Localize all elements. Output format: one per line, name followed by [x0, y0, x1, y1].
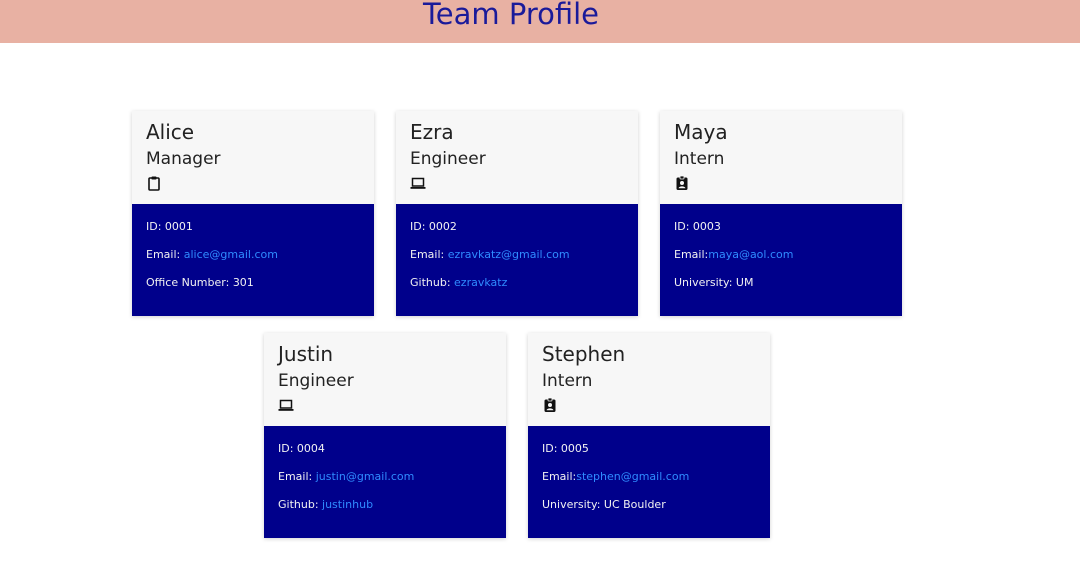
employee-card-justin: Justin Engineer ID: 0004 Email: justin@g… [264, 333, 506, 538]
email-label: Email: [410, 248, 445, 261]
university-line: University: UM [674, 276, 753, 290]
page-header: Team Profile [0, 0, 1080, 43]
university-label: University: [542, 498, 601, 511]
card-header: Ezra Engineer [396, 111, 638, 204]
employee-name: Ezra [410, 120, 454, 144]
employee-role: Intern [542, 371, 593, 391]
employee-id: 0004 [296, 442, 325, 455]
email-label: Email: [542, 470, 577, 483]
employee-id: 0002 [428, 220, 457, 233]
employee-role: Engineer [278, 371, 354, 391]
card-header: Maya Intern [660, 111, 902, 204]
card-details: ID: 0003 Email:maya@aol.com University: … [660, 204, 902, 316]
employee-email-line: Email: alice@gmail.com [146, 248, 278, 262]
id-label: ID: [542, 442, 558, 455]
laptop-icon [278, 397, 294, 413]
employee-email-line: Email:maya@aol.com [674, 248, 793, 262]
employee-id-line: ID: 0004 [278, 442, 325, 456]
laptop-icon [410, 175, 426, 191]
card-details: ID: 0001 Email: alice@gmail.com Office N… [132, 204, 374, 316]
employee-id: 0003 [692, 220, 721, 233]
clipboard-icon [146, 175, 162, 191]
id-label: ID: [410, 220, 426, 233]
github-line: Github: justinhub [278, 498, 373, 512]
id-badge-icon [542, 397, 558, 413]
employee-email-line: Email: justin@gmail.com [278, 470, 414, 484]
email-link[interactable]: ezravkatz@gmail.com [448, 248, 570, 261]
employee-name: Stephen [542, 342, 626, 366]
employee-card-ezra: Ezra Engineer ID: 0002 Email: ezravkatz@… [396, 111, 638, 316]
github-link[interactable]: ezravkatz [454, 276, 507, 289]
github-link[interactable]: justinhub [322, 498, 373, 511]
card-header: Justin Engineer [264, 333, 506, 426]
employee-id-line: ID: 0002 [410, 220, 457, 234]
email-link[interactable]: maya@aol.com [708, 248, 793, 261]
university-name: UM [735, 276, 754, 289]
employee-email-line: Email:stephen@gmail.com [542, 470, 689, 484]
employee-name: Justin [278, 342, 334, 366]
employee-role: Manager [146, 149, 221, 169]
employee-card-stephen: Stephen Intern ID: 0005 Email:stephen@gm… [528, 333, 770, 538]
card-details: ID: 0005 Email:stephen@gmail.com Univers… [528, 426, 770, 538]
university-label: University: [674, 276, 733, 289]
page-title: Team Profile [422, 0, 600, 31]
employee-id-line: ID: 0003 [674, 220, 721, 234]
employee-email-line: Email: ezravkatz@gmail.com [410, 248, 570, 262]
employee-id: 0001 [164, 220, 193, 233]
employee-id: 0005 [560, 442, 589, 455]
university-line: University: UC Boulder [542, 498, 666, 512]
email-link[interactable]: justin@gmail.com [316, 470, 415, 483]
id-label: ID: [278, 442, 294, 455]
github-line: Github: ezravkatz [410, 276, 507, 290]
id-label: ID: [674, 220, 690, 233]
office-number-line: Office Number: 301 [146, 276, 254, 290]
employee-card-maya: Maya Intern ID: 0003 Email:maya@aol.com … [660, 111, 902, 316]
employee-role: Intern [674, 149, 725, 169]
github-label: Github: [410, 276, 451, 289]
card-details: ID: 0002 Email: ezravkatz@gmail.com Gith… [396, 204, 638, 316]
card-details: ID: 0004 Email: justin@gmail.com Github:… [264, 426, 506, 538]
email-label: Email: [146, 248, 181, 261]
university-name: UC Boulder [603, 498, 666, 511]
card-header: Stephen Intern [528, 333, 770, 426]
email-link[interactable]: stephen@gmail.com [576, 470, 689, 483]
office-label: Office Number: [146, 276, 230, 289]
employee-id-line: ID: 0005 [542, 442, 589, 456]
employee-card-alice: Alice Manager ID: 0001 Email: alice@gmai… [132, 111, 374, 316]
employee-id-line: ID: 0001 [146, 220, 193, 234]
id-badge-icon [674, 175, 690, 191]
employee-role: Engineer [410, 149, 486, 169]
card-header: Alice Manager [132, 111, 374, 204]
github-label: Github: [278, 498, 319, 511]
employee-name: Maya [674, 120, 728, 144]
office-number: 301 [232, 276, 254, 289]
id-label: ID: [146, 220, 162, 233]
email-link[interactable]: alice@gmail.com [184, 248, 278, 261]
employee-name: Alice [146, 120, 195, 144]
email-label: Email: [674, 248, 709, 261]
email-label: Email: [278, 470, 313, 483]
